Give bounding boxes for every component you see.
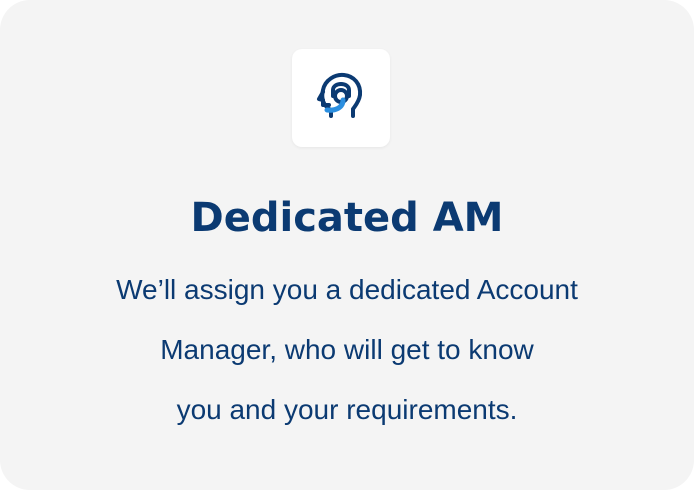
card-description: We’ll assign you a dedicated Account Man… bbox=[40, 260, 654, 440]
description-line: you and your requirements. bbox=[176, 394, 518, 425]
icon-tile bbox=[292, 49, 390, 147]
description-line: We’ll assign you a dedicated Account bbox=[116, 274, 578, 305]
description-line: Manager, who will get to know bbox=[160, 334, 534, 365]
card-title: Dedicated AM bbox=[190, 195, 504, 241]
feature-card: Dedicated AM We’ll assign you a dedicate… bbox=[0, 0, 694, 490]
headset-support-agent-icon bbox=[317, 72, 363, 118]
